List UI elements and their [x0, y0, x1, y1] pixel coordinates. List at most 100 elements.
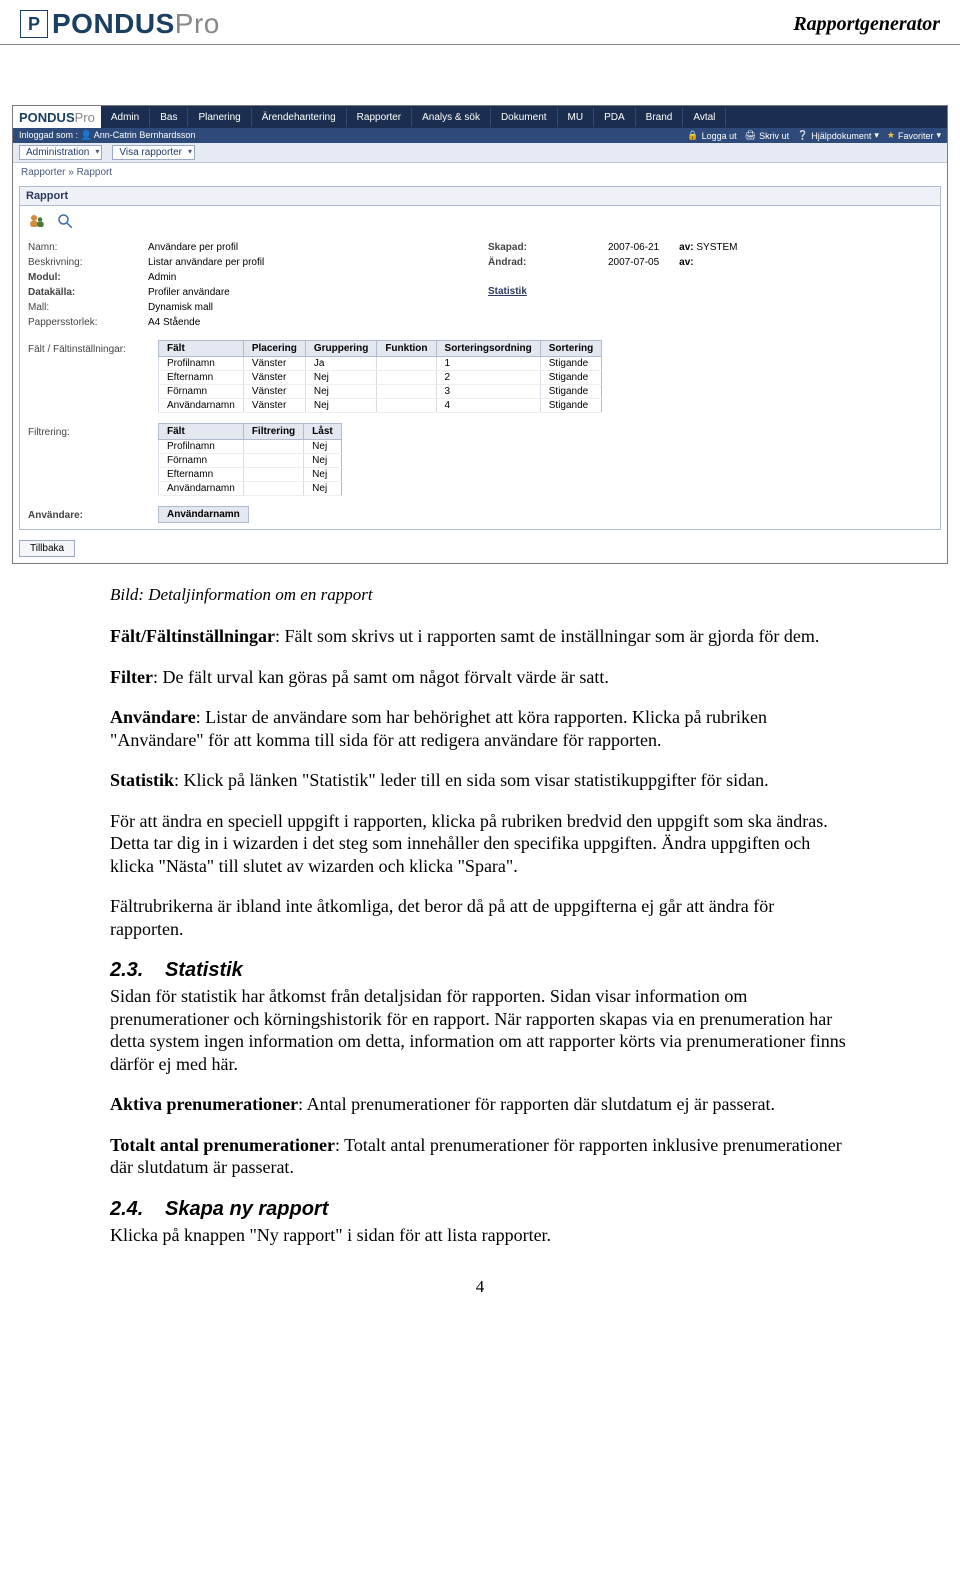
- nav-item[interactable]: Planering: [188, 108, 251, 127]
- meta-label: Namn:: [28, 240, 148, 255]
- meta-label: Pappersstorlek:: [28, 315, 148, 330]
- statistik-link[interactable]: Statistik: [488, 286, 527, 297]
- heading-number: 2.3.: [110, 958, 165, 983]
- term: Filter: [110, 667, 153, 687]
- filter-label: Filtrering:: [28, 427, 148, 438]
- anvandare-label: Användare:: [28, 510, 148, 521]
- meta-value: 2007-07-05: [608, 255, 659, 270]
- main-nav: Admin Bas Planering Ärendehantering Rapp…: [101, 108, 727, 127]
- paragraph: Användare: Listar de användare som har b…: [110, 706, 850, 751]
- col-header[interactable]: Gruppering: [305, 341, 376, 357]
- back-button[interactable]: Tillbaka: [19, 540, 75, 557]
- app-screenshot: PONDUSPro Admin Bas Planering Ärendehant…: [12, 105, 948, 564]
- nav-item[interactable]: Rapporter: [347, 108, 412, 127]
- table-header-row: Fält Filtrering Låst: [159, 424, 342, 440]
- meta-label: Mall:: [28, 300, 148, 315]
- logout-label: Logga ut: [702, 131, 737, 141]
- cell: Förnamn: [159, 385, 244, 399]
- help-label: Hjälpdokument: [811, 131, 871, 141]
- app-second-bar: Inloggad som : 👤 Ann-Catrin Bernhardsson…: [13, 128, 947, 143]
- cell: 3: [436, 385, 540, 399]
- meta-value: 2007-06-21: [608, 240, 659, 255]
- page-number: 4: [110, 1276, 850, 1297]
- nav-item[interactable]: Bas: [150, 108, 188, 127]
- heading-2-3: 2.3.Statistik: [110, 958, 850, 983]
- col-header[interactable]: Funktion: [377, 341, 436, 357]
- nav-item[interactable]: Dokument: [491, 108, 558, 127]
- paragraph: Statistik: Klick på länken "Statistik" l…: [110, 769, 850, 792]
- paragraph: Sidan för statistik har åtkomst från det…: [110, 985, 850, 1075]
- administration-dropdown[interactable]: Administration: [19, 145, 102, 160]
- meta-value: Dynamisk mall: [148, 300, 213, 315]
- search-icon[interactable]: [56, 212, 74, 230]
- falt-table: Fält Placering Gruppering Funktion Sorte…: [158, 340, 602, 413]
- cell: Vänster: [243, 399, 305, 413]
- print-link[interactable]: 🖨Skriv ut: [745, 130, 789, 141]
- nav-item[interactable]: Ärendehantering: [252, 108, 347, 127]
- cell: [377, 357, 436, 371]
- users-icon[interactable]: [28, 212, 46, 230]
- nav-item[interactable]: PDA: [594, 108, 636, 127]
- paragraph: Totalt antal prenumerationer: Totalt ant…: [110, 1134, 850, 1179]
- cell: [377, 399, 436, 413]
- login-info: Inloggad som : 👤 Ann-Catrin Bernhardsson: [19, 130, 195, 141]
- anvandare-section: Användare: Användarnamn: [28, 504, 932, 523]
- nav-item[interactable]: Brand: [636, 108, 684, 127]
- star-icon: [887, 130, 895, 141]
- table-row: AnvändarnamnNej: [159, 482, 342, 496]
- meta-left: Namn:Användare per profil Beskrivning:Li…: [28, 240, 448, 330]
- col-header[interactable]: Sortering: [540, 341, 601, 357]
- cell: [243, 468, 303, 482]
- nav-item[interactable]: MU: [558, 108, 595, 127]
- paragraph: Fält/Fältinställningar: Fält som skrivs …: [110, 625, 850, 648]
- page-header: P PONDUSPro Rapportgenerator: [0, 0, 960, 45]
- table-row: ProfilnamnVänsterJa1Stigande: [159, 357, 602, 371]
- paragraph: Aktiva prenumerationer: Antal prenumerat…: [110, 1093, 850, 1116]
- text: : Antal prenumerationer för rapporten dä…: [298, 1094, 775, 1114]
- col-header[interactable]: Filtrering: [243, 424, 303, 440]
- logout-link[interactable]: 🔒Logga ut: [687, 130, 736, 141]
- cell: Efternamn: [159, 468, 244, 482]
- col-header[interactable]: Användarnamn: [159, 507, 249, 523]
- visa-rapporter-dropdown[interactable]: Visa rapporter: [112, 145, 195, 160]
- logo-main: PONDUS: [52, 8, 175, 39]
- help-icon: ❔: [797, 130, 808, 141]
- meta-label: Beskrivning:: [28, 255, 148, 270]
- login-label: Inloggad som :: [19, 130, 78, 140]
- nav-item[interactable]: Admin: [101, 108, 150, 127]
- cell: Nej: [304, 440, 342, 454]
- utility-links: 🔒Logga ut 🖨Skriv ut ❔Hjälpdokument ▾ Fav…: [687, 130, 941, 141]
- meta-value: Profiler användare: [148, 285, 230, 300]
- favorites-link[interactable]: Favoriter ▾: [887, 130, 941, 141]
- filter-table: Fält Filtrering Låst ProfilnamnNej Förna…: [158, 423, 342, 496]
- cell: Stigande: [540, 385, 601, 399]
- user-icon: 👤: [81, 130, 92, 140]
- filter-section: Filtrering: Fält Filtrering Låst Profiln…: [28, 421, 932, 496]
- term: Statistik: [110, 770, 174, 790]
- logo-icon: P: [20, 10, 48, 38]
- meta-label: av:: [679, 255, 693, 270]
- col-header[interactable]: Fält: [159, 424, 244, 440]
- breadcrumb: Rapporter » Rapport: [13, 163, 947, 182]
- nav-item[interactable]: Analys & sök: [412, 108, 491, 127]
- print-label: Skriv ut: [759, 131, 789, 141]
- rapport-panel: Rapport Namn:Användare per profil Beskri…: [19, 186, 941, 530]
- cell: Efternamn: [159, 371, 244, 385]
- col-header[interactable]: Placering: [243, 341, 305, 357]
- col-header[interactable]: Sorteringsordning: [436, 341, 540, 357]
- term: Användare: [110, 707, 196, 727]
- falt-section: Fält / Fältinställningar: Fält Placering…: [28, 338, 932, 413]
- cell: Vänster: [243, 357, 305, 371]
- col-header[interactable]: Låst: [304, 424, 342, 440]
- cell: Nej: [304, 454, 342, 468]
- printer-icon: 🖨: [745, 130, 756, 141]
- paragraph: Fältrubrikerna är ibland inte åtkomliga,…: [110, 895, 850, 940]
- panel-title: Rapport: [20, 187, 940, 206]
- help-link[interactable]: ❔Hjälpdokument ▾: [797, 130, 879, 141]
- nav-item[interactable]: Avtal: [683, 108, 726, 127]
- col-header[interactable]: Fält: [159, 341, 244, 357]
- table-row: EfternamnVänsterNej2Stigande: [159, 371, 602, 385]
- cell: [377, 371, 436, 385]
- text: : Fält som skrivs ut i rapporten samt de…: [275, 626, 819, 646]
- cell: [243, 454, 303, 468]
